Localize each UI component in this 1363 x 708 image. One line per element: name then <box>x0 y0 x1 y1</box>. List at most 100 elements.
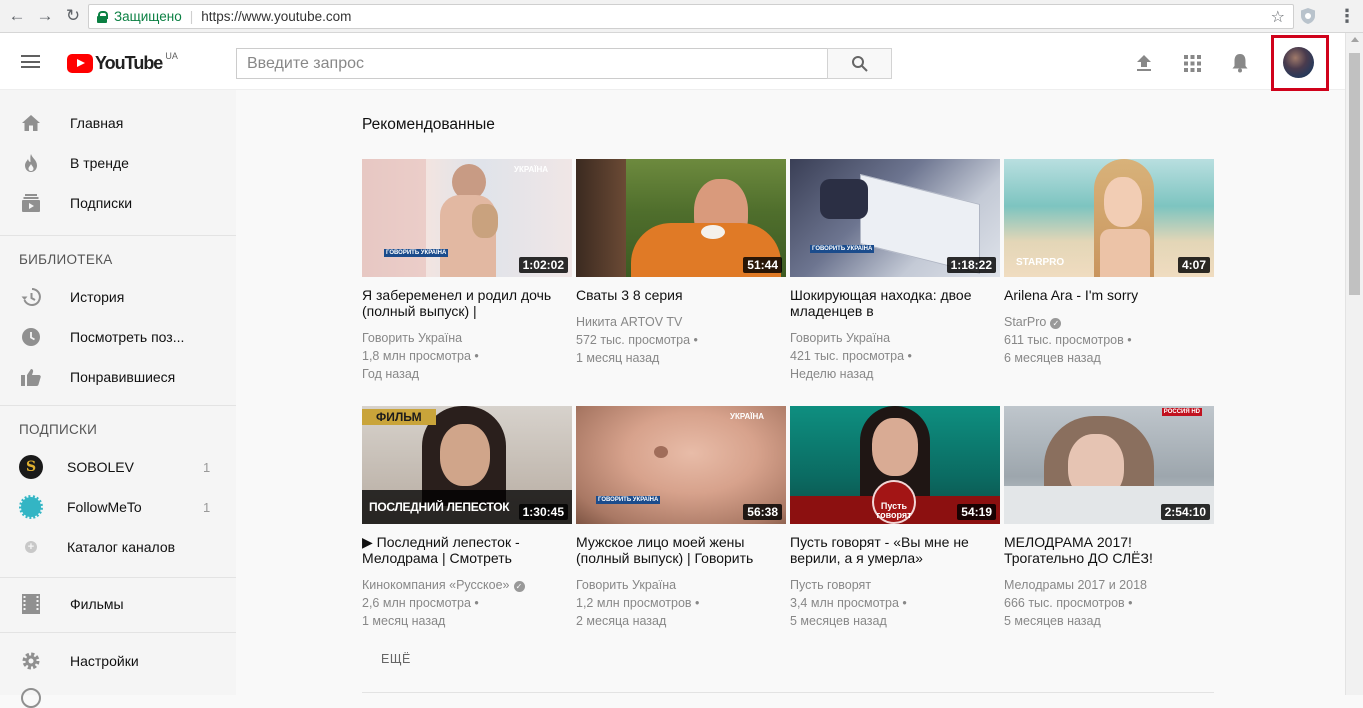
show-more-button[interactable]: ЕЩЁ <box>381 652 411 666</box>
thumb-up-icon <box>21 367 41 387</box>
upload-icon[interactable] <box>1134 53 1154 73</box>
sidebar-item-watch-later[interactable]: Посмотреть поз... <box>0 317 236 357</box>
back-icon[interactable]: ← <box>6 5 28 27</box>
youtube-logo[interactable]: YouTube UA <box>67 51 178 74</box>
video-title[interactable]: Сваты 3 8 серия <box>576 287 786 303</box>
hamburger-menu-icon[interactable] <box>21 55 40 68</box>
sub-label: SOBOLEV <box>67 459 134 475</box>
sub-new-count: 1 <box>203 499 211 515</box>
bookmark-star-icon[interactable]: ☆ <box>1271 7 1285 27</box>
thumbnail-arm <box>820 179 868 219</box>
video-title[interactable]: Arilena Ara - I'm sorry <box>1004 287 1214 303</box>
channel-name[interactable]: Кинокомпания «Русское» ✓ <box>362 576 572 594</box>
video-duration: 56:38 <box>743 504 782 520</box>
channel-name[interactable]: Говорить Україна <box>790 329 1000 347</box>
video-thumbnail[interactable]: ГОВОРИТЬ УКРАЇНА 1:18:22 <box>790 159 1000 277</box>
video-duration: 51:44 <box>743 257 782 273</box>
sidebar-item-trending[interactable]: В тренде <box>0 143 236 183</box>
plus-circle-icon: + <box>25 541 37 553</box>
video-thumbnail[interactable]: STARPRO 4:07 <box>1004 159 1214 277</box>
view-count: 611 тыс. просмотров • <box>1004 333 1132 347</box>
sidebar-divider <box>0 235 236 236</box>
video-thumbnail[interactable]: ФИЛЬМ ПОСЛЕДНИЙ ЛЕПЕСТОК 1:30:45 <box>362 406 572 524</box>
upload-age: Год назад <box>362 367 420 381</box>
video-title[interactable]: Я забеременел и родил дочь (полный выпус… <box>362 287 572 319</box>
thumbnail-hands <box>1100 229 1150 277</box>
home-icon <box>21 113 41 133</box>
account-avatar[interactable] <box>1283 47 1314 78</box>
help-icon[interactable] <box>21 688 41 708</box>
video-card[interactable]: РОССИЯ HD 2:54:10 МЕЛОДРАМА 2017! Трогат… <box>1004 406 1214 630</box>
clock-icon <box>21 327 41 347</box>
reload-icon[interactable]: ↻ <box>62 5 84 27</box>
video-thumbnail[interactable]: Пусть говорят 54:19 <box>790 406 1000 524</box>
video-meta: Говорить Україна 1,8 млн просмотра • Год… <box>362 329 572 383</box>
video-card[interactable]: Пусть говорят 54:19 Пусть говорят - «Вы … <box>790 406 1000 630</box>
sidebar-item-label: Фильмы <box>70 596 124 612</box>
channel-watermark: STARPRO <box>1016 257 1065 268</box>
video-title[interactable]: ▶ Последний лепесток - Мелодрама | Смотр… <box>362 534 572 566</box>
sidebar-item-settings[interactable]: Настройки <box>0 641 236 681</box>
view-count: 421 тыс. просмотра • <box>790 349 912 363</box>
forward-icon[interactable]: → <box>34 5 56 27</box>
channel-name[interactable]: Мелодрамы 2017 и 2018 <box>1004 576 1214 594</box>
sidebar-divider <box>0 577 236 578</box>
page-scrollbar[interactable] <box>1345 33 1363 695</box>
video-title[interactable]: Мужское лицо моей жены (полный выпуск) |… <box>576 534 786 566</box>
video-duration: 2:54:10 <box>1160 504 1210 520</box>
sidebar-item-label: История <box>70 289 125 305</box>
video-title[interactable]: МЕЛОДРАМА 2017! Трогательно ДО СЛЁЗ! <box>1004 534 1214 566</box>
scroll-thumb[interactable] <box>1349 53 1360 295</box>
video-card[interactable]: 51:44 Сваты 3 8 серия Никита ARTOV TV 57… <box>576 159 786 367</box>
video-thumbnail[interactable]: УКРАЇНА ГОВОРИТЬ УКРАЇНА 56:38 <box>576 406 786 524</box>
search-input[interactable]: Введите запрос <box>236 48 828 79</box>
scroll-up-arrow-icon[interactable] <box>1351 37 1359 42</box>
video-duration: 1:18:22 <box>946 257 996 273</box>
video-thumbnail[interactable]: УКРАЇНА ГОВОРИТЬ УКРАЇНА 1:02:02 <box>362 159 572 277</box>
upload-age: 1 месяц назад <box>576 351 660 365</box>
sidebar-item-label: Понравившиеся <box>70 369 176 385</box>
video-title[interactable]: Пусть говорят - «Вы мне не верили, а я у… <box>790 534 1000 566</box>
thumbnail-face <box>872 418 918 476</box>
secure-label: Защищено <box>114 9 182 24</box>
url-text[interactable]: https://www.youtube.com <box>201 9 351 24</box>
sidebar-divider <box>0 405 236 406</box>
channel-name[interactable]: Никита ARTOV TV <box>576 313 786 331</box>
sidebar-sub-sobolev[interactable]: S SOBOLEV 1 <box>0 447 236 487</box>
sidebar-item-label: Посмотреть поз... <box>70 329 185 345</box>
video-card[interactable]: УКРАЇНА ГОВОРИТЬ УКРАЇНА 1:02:02 Я забер… <box>362 159 572 383</box>
sidebar: Главная В тренде Подписки БИБЛИОТЕКА Ист… <box>0 90 236 708</box>
sidebar-channel-catalog[interactable]: + Каталог каналов <box>0 527 236 567</box>
sidebar-item-subscriptions[interactable]: Подписки <box>0 183 236 223</box>
video-duration: 54:19 <box>957 504 996 520</box>
video-card[interactable]: ГОВОРИТЬ УКРАЇНА 1:18:22 Шокирующая нахо… <box>790 159 1000 383</box>
history-icon <box>21 287 41 307</box>
search-button[interactable] <box>827 48 892 79</box>
view-count: 2,6 млн просмотра • <box>362 596 479 610</box>
channel-name[interactable]: Пусть говорят <box>790 576 1000 594</box>
thumbnail-figure <box>576 159 626 277</box>
video-card[interactable]: УКРАЇНА ГОВОРИТЬ УКРАЇНА 56:38 Мужское л… <box>576 406 786 630</box>
channel-name[interactable]: Говорить Україна <box>576 576 786 594</box>
browser-menu-icon[interactable]: ⋮ <box>1338 6 1356 27</box>
bell-icon[interactable] <box>1230 53 1250 73</box>
channel-name[interactable]: StarPro ✓ <box>1004 313 1214 331</box>
sidebar-item-history[interactable]: История <box>0 277 236 317</box>
video-meta: Говорить Україна 421 тыс. просмотра • Не… <box>790 329 1000 383</box>
subscriptions-header: ПОДПИСКИ <box>19 422 98 437</box>
film-strip-icon <box>21 594 41 614</box>
extension-shield-icon[interactable] <box>1300 7 1316 25</box>
upload-age: 6 месяцев назад <box>1004 351 1101 365</box>
sidebar-sub-followmeto[interactable]: FollowMeTo 1 <box>0 487 236 527</box>
video-thumbnail[interactable]: 51:44 <box>576 159 786 277</box>
sidebar-item-liked[interactable]: Понравившиеся <box>0 357 236 397</box>
address-bar[interactable]: Защищено | https://www.youtube.com ☆ <box>88 4 1294 29</box>
video-title[interactable]: Шокирующая находка: двое младенцев в <box>790 287 1000 319</box>
video-card[interactable]: ФИЛЬМ ПОСЛЕДНИЙ ЛЕПЕСТОК 1:30:45 ▶ После… <box>362 406 572 630</box>
video-thumbnail[interactable]: РОССИЯ HD 2:54:10 <box>1004 406 1214 524</box>
channel-name[interactable]: Говорить Україна <box>362 329 572 347</box>
apps-grid-icon[interactable] <box>1182 53 1202 73</box>
video-card[interactable]: STARPRO 4:07 Arilena Ara - I'm sorry Sta… <box>1004 159 1214 367</box>
sidebar-item-films[interactable]: Фильмы <box>0 584 236 624</box>
sidebar-item-home[interactable]: Главная <box>0 103 236 143</box>
